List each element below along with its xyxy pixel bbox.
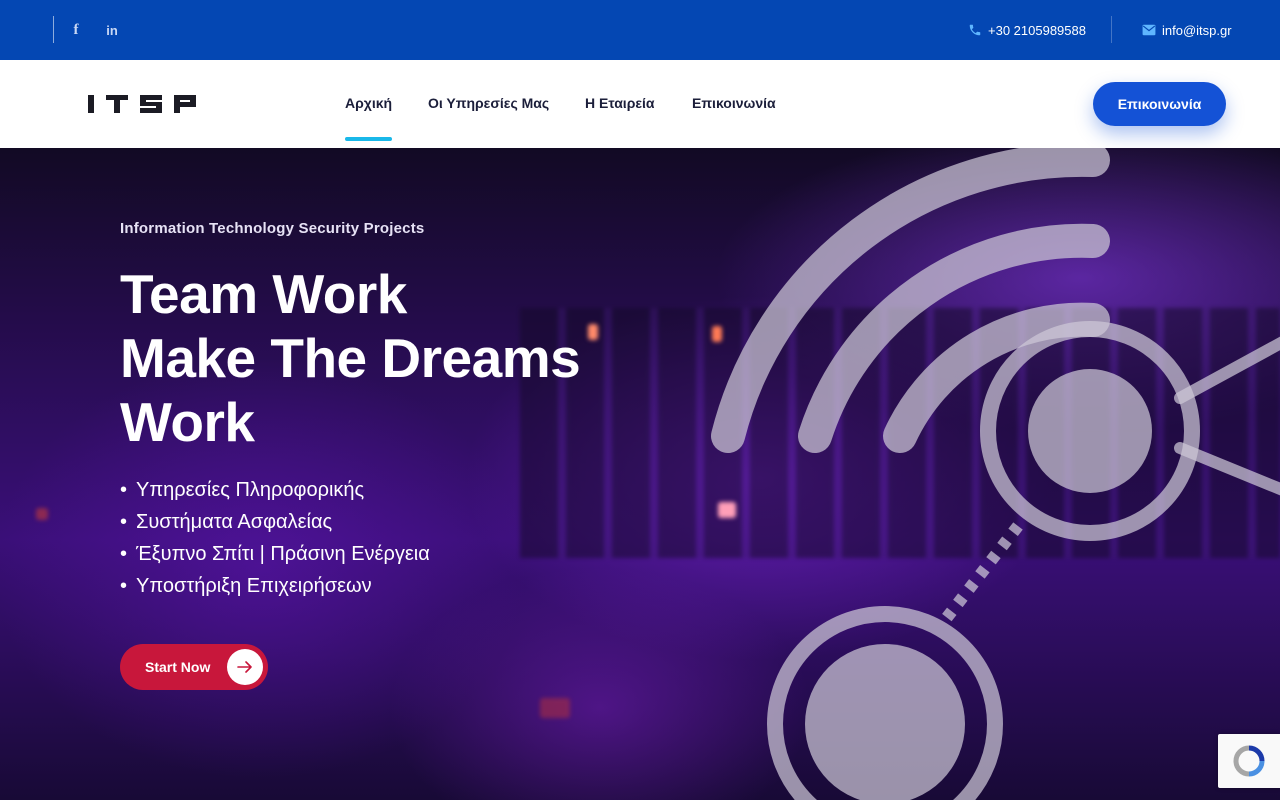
active-nav-indicator xyxy=(345,137,392,141)
phone-link[interactable]: +30 2105989588 xyxy=(968,21,1086,39)
logo[interactable] xyxy=(86,92,198,116)
start-now-label: Start Now xyxy=(145,659,211,675)
headline-line: Team Work xyxy=(120,263,407,325)
start-now-button[interactable]: Start Now xyxy=(120,644,268,690)
nav-company[interactable]: Η Εταιρεία xyxy=(585,95,655,111)
divider xyxy=(53,16,54,43)
contact-button[interactable]: Επικοινωνία xyxy=(1093,82,1226,126)
email-address: info@itsp.gr xyxy=(1162,22,1232,38)
phone-number: +30 2105989588 xyxy=(988,22,1086,38)
top-bar: f in +30 2105989588 info@itsp.gr xyxy=(0,0,1280,60)
hero-eyebrow: Information Technology Security Projects xyxy=(120,220,425,237)
nav-contact[interactable]: Επικοινωνία xyxy=(692,95,776,111)
hero-headline: Team Work Make The Dreams Work xyxy=(120,262,581,454)
list-item: Υποστήριξη Επιχειρήσεων xyxy=(120,570,430,602)
phone-icon xyxy=(969,24,981,36)
nav-services[interactable]: Οι Υπηρεσίες Μας xyxy=(428,95,549,111)
hero-section: Information Technology Security Projects… xyxy=(0,148,1280,800)
list-item: Υπηρεσίες Πληροφορικής xyxy=(120,474,430,506)
mail-icon xyxy=(1142,24,1156,36)
headline-line: Work xyxy=(120,391,255,453)
linkedin-icon[interactable]: in xyxy=(102,20,122,40)
facebook-icon[interactable]: f xyxy=(66,20,86,40)
services-list: Υπηρεσίες Πληροφορικής Συστήματα Ασφαλεί… xyxy=(120,474,430,602)
list-item: Συστήματα Ασφαλείας xyxy=(120,506,430,538)
divider xyxy=(1111,16,1112,43)
recaptcha-icon xyxy=(1233,745,1265,777)
nav-home[interactable]: Αρχική xyxy=(345,95,392,111)
recaptcha-badge[interactable] xyxy=(1218,734,1280,788)
arrow-right-icon xyxy=(227,649,263,685)
list-item: Έξυπνο Σπίτι | Πράσινη Ενέργεια xyxy=(120,538,430,570)
headline-line: Make The Dreams xyxy=(120,327,581,389)
email-link[interactable]: info@itsp.gr xyxy=(1142,21,1232,39)
